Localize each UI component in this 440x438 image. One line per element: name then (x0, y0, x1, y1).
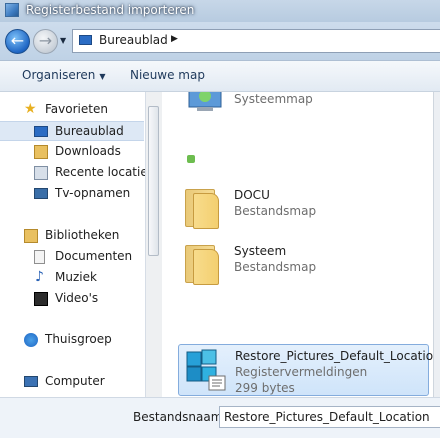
file-name: DOCU (234, 188, 270, 202)
file-type: Systeemmap (234, 92, 313, 106)
navigation-scrollbar[interactable] (145, 92, 162, 397)
file-list: Systeemmap DOCU Bestandsmap Systeem Best… (163, 92, 440, 397)
downloads-icon (34, 145, 48, 159)
sidebar-item-label: Documenten (55, 249, 133, 263)
music-icon: ♪ (35, 269, 44, 285)
computer-icon (24, 376, 38, 387)
sidebar-item-music[interactable]: ♪ Muziek (0, 268, 144, 288)
arrow-left-icon: ← (10, 31, 25, 50)
file-item-systeem[interactable]: Systeem Bestandsmap (178, 240, 428, 292)
organize-button[interactable]: Organiseren ▼ (22, 68, 106, 82)
folder-front-icon (193, 193, 219, 229)
sidebar-item-label: Video's (55, 291, 99, 305)
address-bar[interactable]: Bureaublad ▶ (72, 29, 440, 53)
homegroup-icon (24, 333, 38, 347)
file-type: Registervermeldingen (235, 365, 368, 379)
registry-editor-icon (5, 3, 19, 17)
file-size: 299 bytes (235, 381, 295, 395)
file-type: Bestandsmap (234, 204, 317, 218)
documents-icon (34, 250, 45, 264)
forward-button[interactable]: → (33, 29, 58, 54)
sidebar-item-downloads[interactable]: Downloads (0, 142, 144, 162)
libraries-icon (24, 229, 38, 243)
sidebar-item-label: Tv-opnamen (55, 186, 131, 200)
registry-file-icon (184, 348, 228, 392)
sidebar-group-favorites[interactable]: ★ Favorieten (0, 100, 144, 120)
file-name: Restore_Pictures_Default_Location (235, 349, 440, 363)
folder-icon (183, 243, 227, 287)
sidebar-group-computer[interactable]: Computer (0, 372, 144, 392)
sidebar-group-label: Favorieten (45, 102, 108, 116)
sidebar-group-label: Thuisgroep (45, 332, 112, 346)
sidebar-item-recent-places[interactable]: Recente locaties (0, 163, 154, 183)
back-button[interactable]: ← (5, 29, 30, 54)
organize-label: Organiseren (22, 68, 96, 82)
filename-input[interactable] (219, 406, 440, 428)
filename-bar: Bestandsnaam: (0, 397, 440, 438)
desktop-icon (34, 126, 48, 137)
sidebar-item-label: Recente locaties (55, 165, 154, 179)
breadcrumb-location[interactable]: Bureaublad (99, 33, 168, 47)
partial-icon (187, 155, 195, 163)
sidebar-item-label: Bureaublad (55, 124, 124, 138)
folder-front-icon (193, 249, 219, 285)
videos-icon (34, 292, 48, 306)
sidebar-group-label: Bibliotheken (45, 228, 120, 242)
sidebar-item-documents[interactable]: Documenten (0, 247, 144, 267)
file-name: Systeem (234, 244, 287, 258)
file-item-docu[interactable]: DOCU Bestandsmap (178, 184, 428, 236)
navigation-pane: ★ Favorieten Bureaublad Downloads Recent… (0, 92, 154, 397)
breadcrumb-chevron-icon[interactable]: ▶ (171, 34, 178, 44)
sidebar-group-libraries[interactable]: Bibliotheken (0, 226, 144, 246)
command-toolbar: Organiseren ▼ Nieuwe map (0, 61, 440, 92)
sidebar-item-label: Muziek (55, 270, 97, 284)
control-panel-icon (183, 92, 227, 119)
recent-places-icon (34, 166, 48, 180)
title-bar: Registerbestand importeren (0, 0, 440, 22)
recent-pages-dropdown-icon[interactable]: ▼ (60, 36, 68, 46)
address-row: ← → ▼ Bureaublad ▶ (0, 22, 440, 61)
sidebar-item-label: Downloads (55, 144, 121, 158)
arrow-right-icon: → (38, 31, 53, 50)
filename-label: Bestandsnaam: (133, 410, 227, 424)
new-folder-button[interactable]: Nieuwe map (130, 68, 205, 82)
sidebar-group-homegroup[interactable]: Thuisgroep (0, 330, 144, 350)
scrollbar-thumb[interactable] (148, 106, 159, 256)
window-title: Registerbestand importeren (26, 3, 195, 17)
desktop-icon (79, 35, 92, 45)
tv-recordings-icon (34, 188, 48, 199)
sidebar-group-label: Computer (45, 374, 105, 388)
file-item-registry[interactable]: Restore_Pictures_Default_Location Regist… (178, 344, 440, 396)
chevron-down-icon: ▼ (99, 72, 106, 81)
file-type: Bestandsmap (234, 260, 317, 274)
sidebar-item-videos[interactable]: Video's (0, 289, 144, 309)
sidebar-item-tv-recordings[interactable]: Tv-opnamen (0, 184, 144, 204)
file-list-scrollbar[interactable] (433, 92, 440, 397)
star-icon: ★ (24, 101, 37, 117)
sidebar-item-desktop[interactable]: Bureaublad (0, 121, 144, 141)
file-item-system-folder[interactable]: Systeemmap (178, 92, 428, 124)
folder-icon (183, 187, 227, 231)
